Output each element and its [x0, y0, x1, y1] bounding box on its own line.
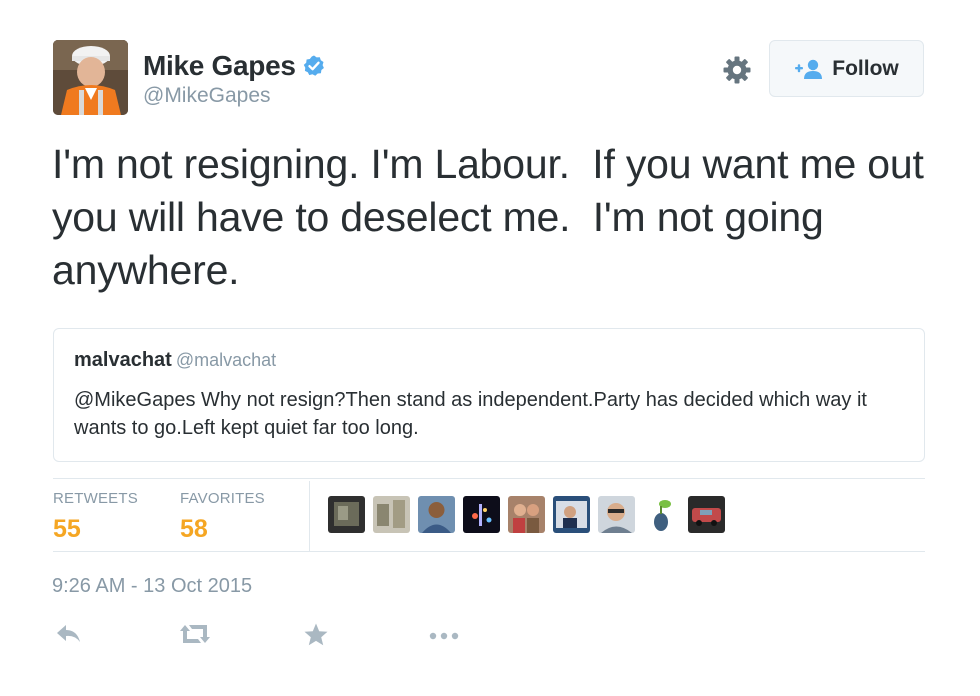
quoted-tweet-text: @MikeGapes Why not resign?Then stand as … [74, 389, 867, 439]
retweet-icon[interactable] [179, 622, 211, 646]
add-user-icon [795, 59, 823, 79]
face-9 [688, 496, 725, 533]
quoted-tweet-name: malvachat [74, 349, 172, 371]
author-avatar[interactable] [53, 40, 128, 115]
face-8 [643, 496, 680, 533]
follow-label: Follow [832, 56, 899, 80]
quoted-tweet-handle: @malvachat [175, 350, 277, 370]
retweets-count: 55 [53, 515, 81, 543]
retweets-stat[interactable]: RETWEETS 55 [53, 490, 138, 544]
verified-badge-icon [303, 55, 324, 76]
favorites-stat[interactable]: FAVORITES 58 [180, 490, 265, 544]
retweets-label: RETWEETS [53, 490, 138, 507]
favoriter-avatar[interactable] [688, 496, 725, 533]
stats-top-divider [53, 478, 925, 479]
favorites-count: 58 [180, 515, 208, 543]
face-1 [328, 496, 365, 533]
favoriter-avatar[interactable] [553, 496, 590, 533]
face-4 [463, 496, 500, 533]
author-info: Mike Gapes @MikeGapes [143, 50, 326, 108]
stats-bottom-divider [53, 551, 925, 552]
favorites-label: FAVORITES [180, 490, 265, 507]
tweet-text: I'm not resigning. I'm Labour. If you wa… [52, 141, 935, 293]
face-7 [598, 496, 635, 533]
favoriters-list [328, 496, 733, 533]
face-2 [373, 496, 410, 533]
favoriter-avatar[interactable] [508, 496, 545, 533]
face-6 [553, 496, 590, 533]
face-5 [508, 496, 545, 533]
favoriter-avatar[interactable] [643, 496, 680, 533]
author-display-name[interactable]: Mike Gapes [143, 50, 296, 82]
quoted-tweet-header: malvachat @malvachat [74, 349, 904, 372]
favoriter-avatar[interactable] [418, 496, 455, 533]
author-screen-name[interactable]: @MikeGapes [143, 84, 326, 108]
follow-button[interactable]: Follow [769, 40, 924, 97]
favoriter-avatar[interactable] [328, 496, 365, 533]
avatar-photo [53, 40, 128, 115]
stats-separator [309, 481, 310, 551]
favorite-icon[interactable] [303, 622, 329, 648]
reply-icon[interactable] [55, 622, 83, 646]
more-icon[interactable] [427, 622, 461, 648]
favoriter-avatar[interactable] [598, 496, 635, 533]
tweet-timestamp[interactable]: 9:26 AM - 13 Oct 2015 [52, 575, 252, 598]
favoriter-avatar[interactable] [463, 496, 500, 533]
quoted-tweet[interactable]: malvachat @malvachat @MikeGapes Why not r… [53, 328, 925, 462]
face-3 [418, 496, 455, 533]
gear-icon[interactable] [721, 54, 753, 86]
favoriter-avatar[interactable] [373, 496, 410, 533]
